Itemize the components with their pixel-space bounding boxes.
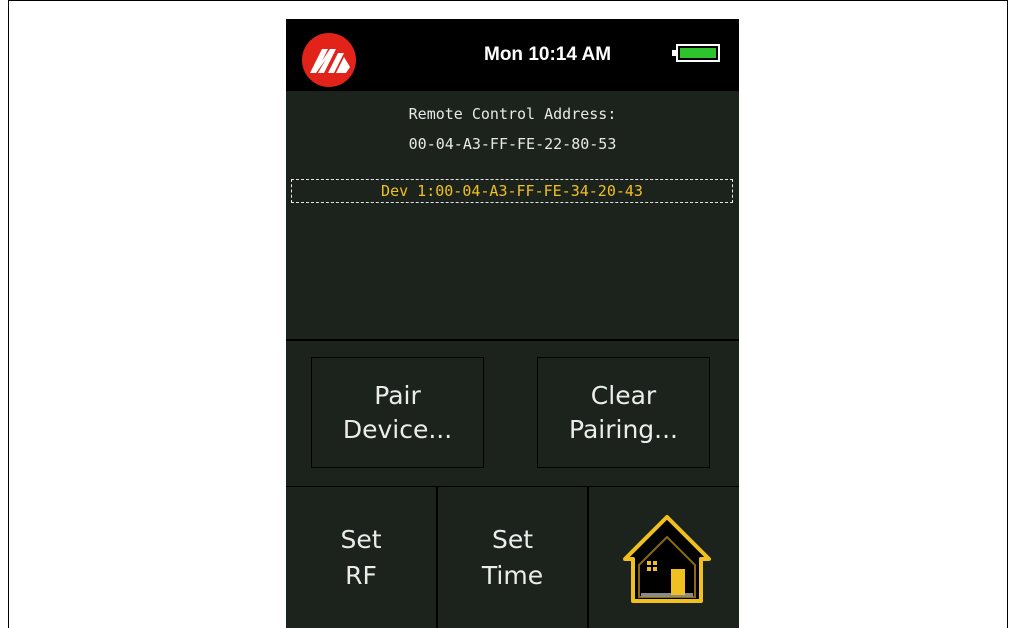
clear-pairing-button[interactable]: Clear Pairing...: [537, 357, 710, 468]
remote-address-value: 00-04-A3-FF-FE-22-80-53: [408, 135, 617, 153]
set-rf-label-line2: RF: [345, 560, 377, 590]
set-rf-button[interactable]: Set RF: [286, 487, 436, 628]
clock-text: Mon 10:14 AM: [484, 44, 612, 65]
device-screen: Mon 10:14 AM Remote Control Address: 00-…: [286, 19, 739, 628]
pair-device-button[interactable]: Pair Device...: [311, 357, 484, 468]
home-button[interactable]: [589, 487, 739, 628]
battery-icon: [672, 44, 720, 62]
set-time-label-line2: Time: [481, 560, 544, 590]
clear-pairing-label-line1: Clear: [590, 380, 657, 410]
set-rf-label-line1: Set: [340, 524, 382, 554]
bottom-nav: Set RF Set Time: [286, 487, 739, 628]
pair-device-label-line1: Pair: [374, 380, 421, 410]
action-area: Pair Device... Clear Pairing...: [286, 341, 739, 486]
remote-address-label: Remote Control Address:: [408, 105, 617, 123]
clear-pairing-label-line2: Pairing...: [569, 414, 678, 444]
paired-device-item[interactable]: Dev 1:00-04-A3-FF-FE-34-20-43: [291, 179, 733, 203]
set-time-button[interactable]: Set Time: [438, 487, 587, 628]
status-bar: Mon 10:14 AM: [286, 19, 739, 91]
pair-device-label-line2: Device...: [342, 414, 453, 444]
address-panel: Remote Control Address: 00-04-A3-FF-FE-2…: [286, 91, 739, 339]
home-icon: [623, 515, 711, 603]
set-time-label-line1: Set: [491, 524, 534, 554]
microchip-logo: [302, 33, 356, 87]
